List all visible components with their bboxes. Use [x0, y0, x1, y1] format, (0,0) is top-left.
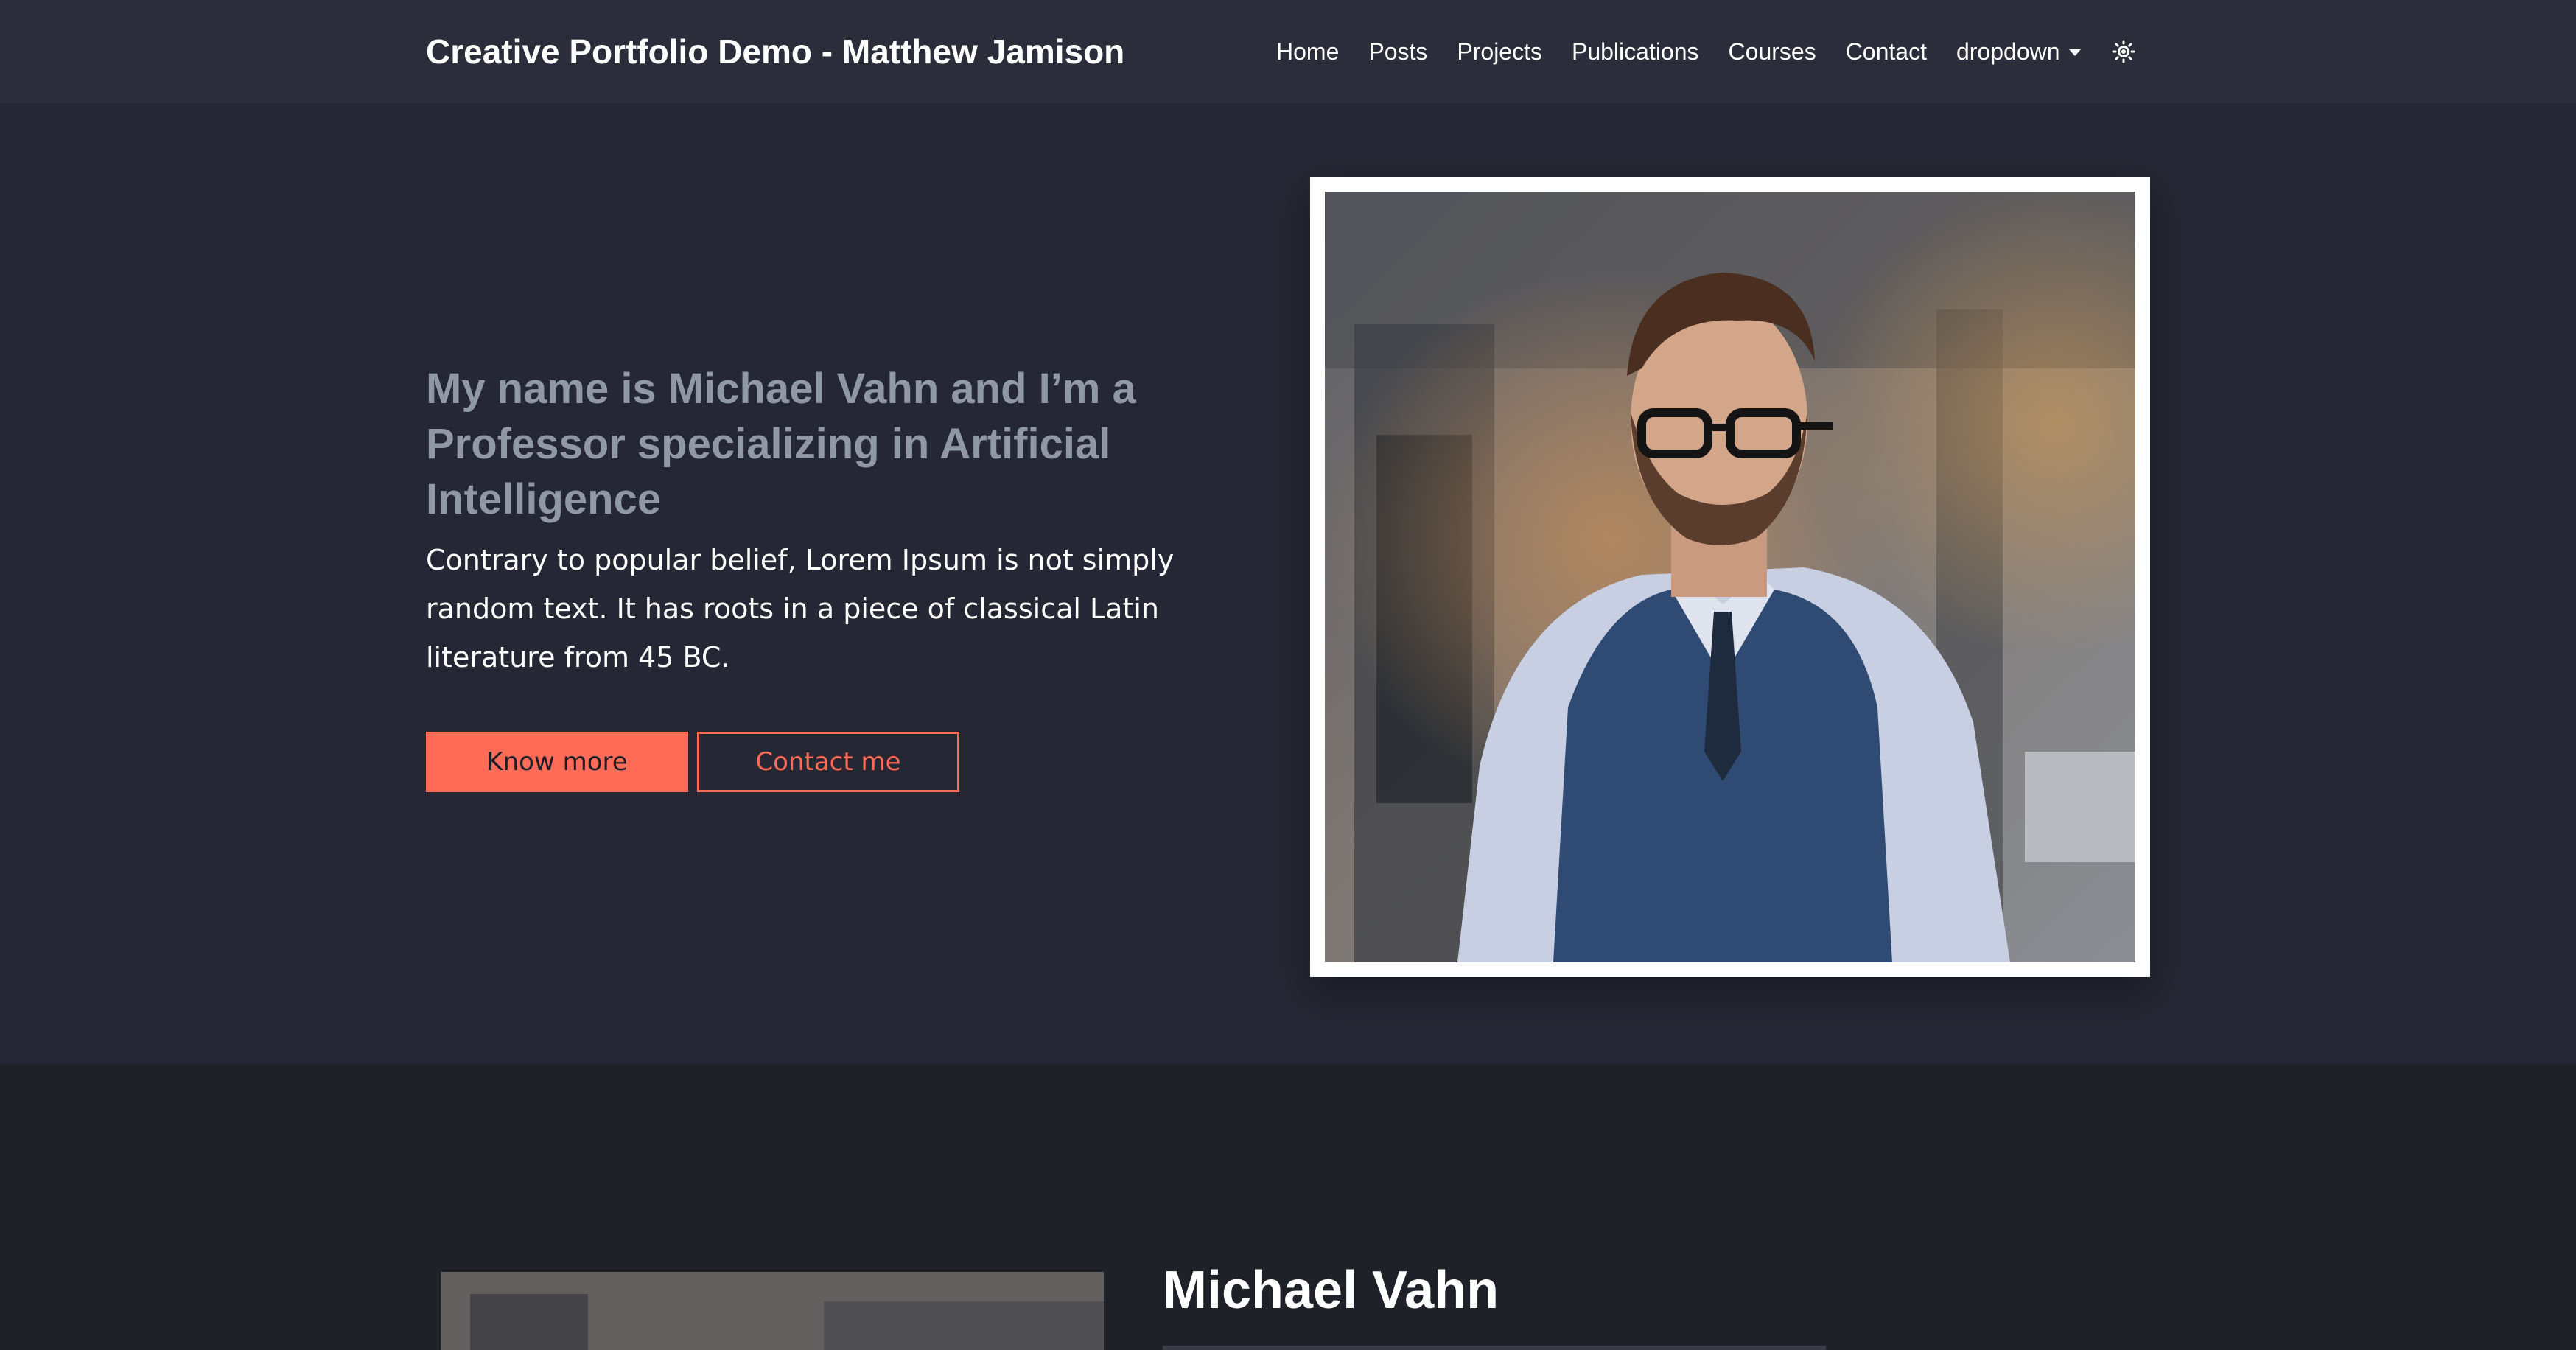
caret-down-icon — [2068, 49, 2081, 56]
know-more-button[interactable]: Know more — [426, 732, 688, 792]
about-name: Michael Vahn — [1163, 1261, 1499, 1320]
portrait-photo-thumbnail — [441, 1272, 1104, 1350]
hero-text: My name is Michael Vahn and I’m a Profes… — [426, 361, 1192, 682]
nav-publications[interactable]: Publications — [1572, 38, 1699, 66]
heading-name: Michael Vahn — [668, 365, 939, 413]
heading-text: My name is — [426, 365, 668, 413]
theme-toggle-button[interactable] — [2110, 38, 2137, 65]
nav-courses[interactable]: Courses — [1729, 38, 1816, 66]
hero-heading: My name is Michael Vahn and I’m a Profes… — [426, 361, 1192, 527]
hero-section: My name is Michael Vahn and I’m a Profes… — [0, 103, 2576, 1064]
navbar: Creative Portfolio Demo - Matthew Jamiso… — [0, 0, 2576, 103]
sun-icon — [2112, 40, 2135, 63]
nav-dropdown[interactable]: dropdown — [1956, 38, 2081, 66]
contact-me-button[interactable]: Contact me — [697, 732, 959, 792]
heading-text: specializing in — [625, 420, 940, 468]
nav-posts[interactable]: Posts — [1368, 38, 1427, 66]
about-section: Michael Vahn — [0, 1064, 2576, 1350]
heading-role: Professor — [426, 420, 626, 468]
portrait-photo — [1325, 192, 2135, 962]
heading-text: and I’m a — [939, 365, 1136, 413]
nav-dropdown-label: dropdown — [1956, 38, 2060, 65]
nav-home[interactable]: Home — [1276, 38, 1339, 66]
nav-projects[interactable]: Projects — [1457, 38, 1542, 66]
about-subtitle-fade — [1163, 1346, 1826, 1350]
nav-contact[interactable]: Contact — [1846, 38, 1927, 66]
hero-description: Contrary to popular belief, Lorem Ipsum … — [426, 544, 1175, 674]
hero-buttons: Know more Contact me — [426, 732, 959, 792]
nav-links: Home Posts Projects Publications Courses… — [1276, 34, 2137, 69]
profile-photo-frame — [1310, 177, 2150, 977]
site-brand[interactable]: Creative Portfolio Demo - Matthew Jamiso… — [426, 29, 1124, 74]
about-photo — [441, 1272, 1104, 1350]
